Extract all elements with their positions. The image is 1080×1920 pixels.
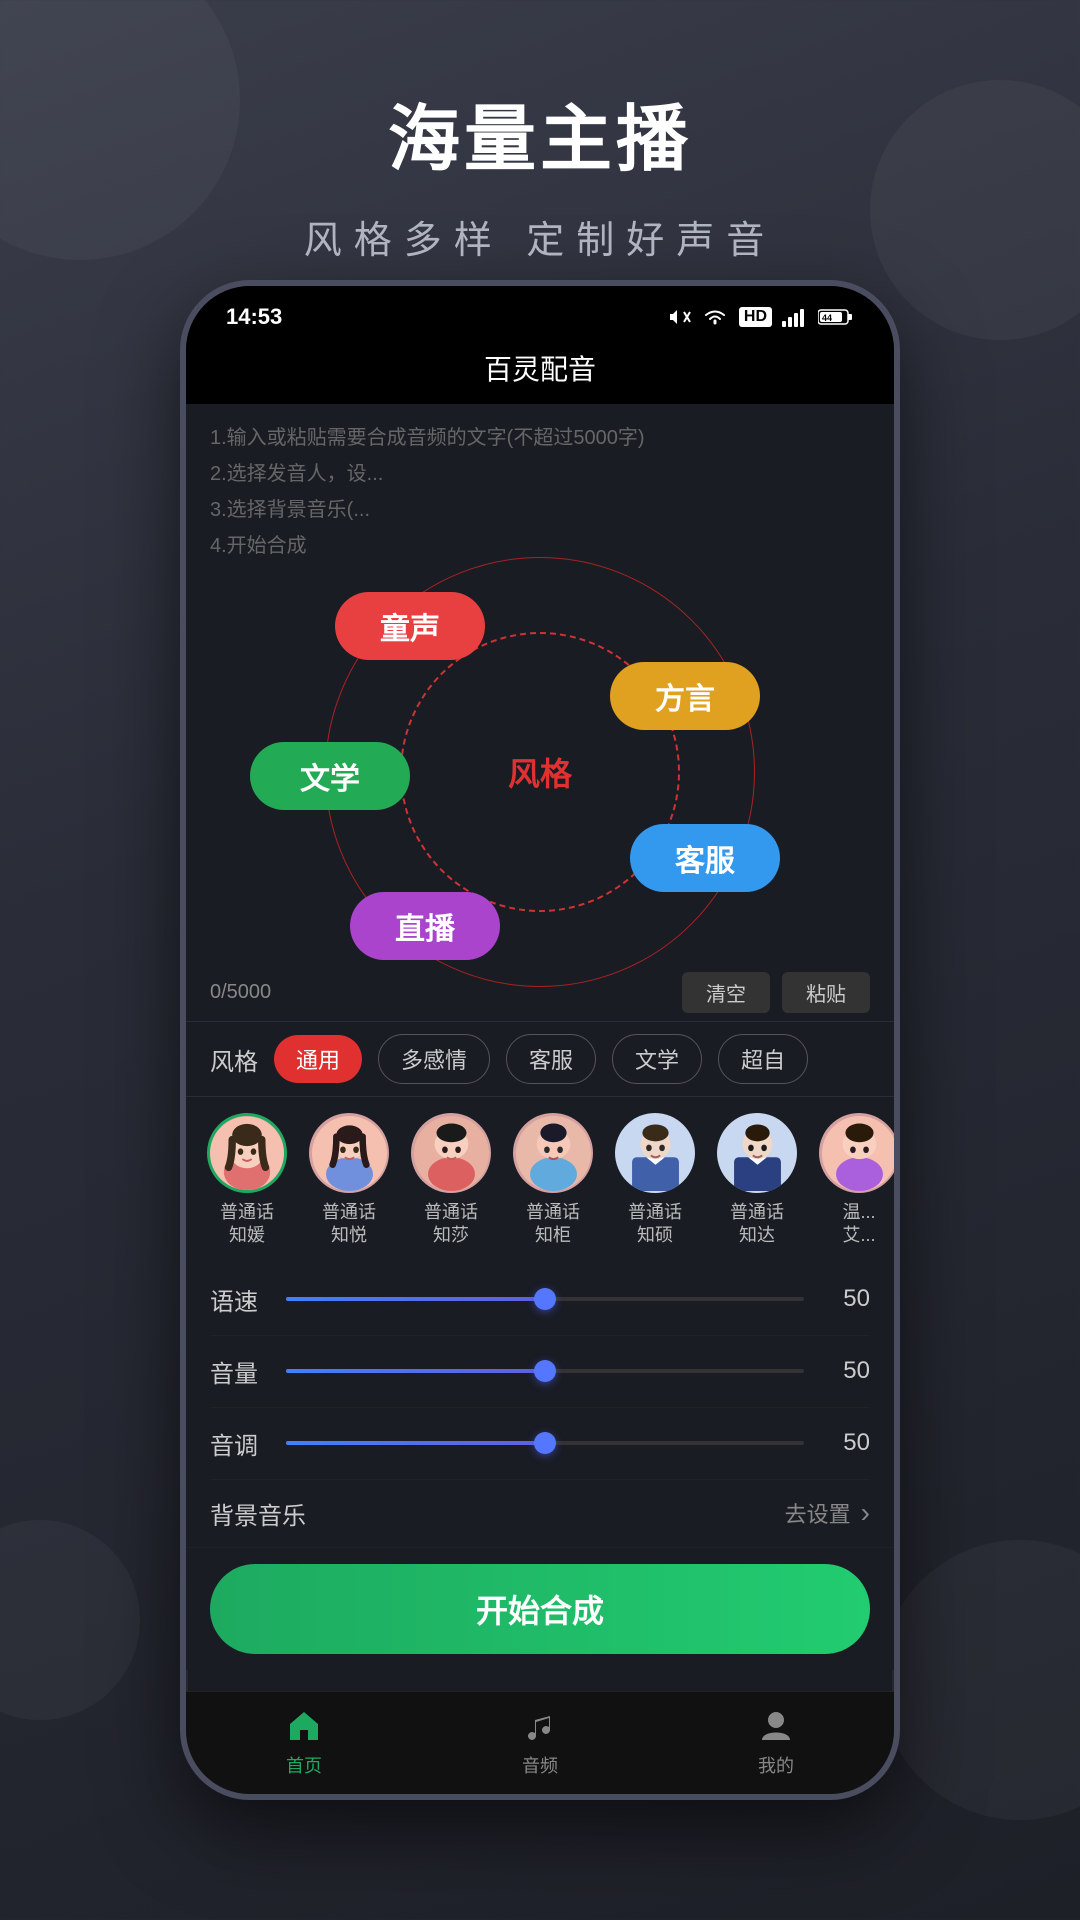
bg-music-right: 去设置 › bbox=[785, 1497, 870, 1529]
nav-profile[interactable]: 我的 bbox=[754, 1704, 798, 1778]
filter-general[interactable]: 通用 bbox=[274, 1035, 362, 1083]
volume-track[interactable] bbox=[286, 1369, 804, 1373]
style-wheel: 风格 童声 方言 文学 客服 直播 bbox=[186, 572, 894, 972]
tag-customer-service[interactable]: 客服 bbox=[630, 824, 780, 892]
speed-track[interactable] bbox=[286, 1297, 804, 1301]
tag-literature[interactable]: 文学 bbox=[250, 742, 410, 810]
instruction-line-3: 3.选择背景音乐(... bbox=[210, 492, 870, 528]
voice-item-1[interactable]: 普通话知媛 bbox=[202, 1113, 292, 1248]
nav-profile-label: 我的 bbox=[758, 1752, 794, 1778]
volume-slider-row: 音量 50 bbox=[210, 1336, 870, 1408]
voice-name-5: 普通话知硕 bbox=[628, 1201, 682, 1248]
voice-item-4[interactable]: 普通话知柜 bbox=[508, 1113, 598, 1248]
nav-music-label: 音频 bbox=[522, 1752, 558, 1778]
voice-item-5[interactable]: 普通话知硕 bbox=[610, 1113, 700, 1248]
wheel-center-label: 风格 bbox=[508, 749, 572, 795]
filter-customer-svc[interactable]: 客服 bbox=[506, 1034, 596, 1084]
mute-icon bbox=[667, 307, 691, 327]
clear-button[interactable]: 清空 bbox=[682, 972, 770, 1013]
volume-label: 音量 bbox=[210, 1354, 270, 1389]
filter-emotional[interactable]: 多感情 bbox=[378, 1034, 490, 1084]
voice-avatar-2 bbox=[312, 1116, 387, 1191]
pitch-label: 音调 bbox=[210, 1426, 270, 1461]
paste-button[interactable]: 粘贴 bbox=[782, 972, 870, 1013]
svg-text:44: 44 bbox=[822, 313, 832, 323]
hd-badge: HD bbox=[739, 307, 772, 327]
speed-label: 语速 bbox=[210, 1282, 270, 1317]
instructions-area[interactable]: 1.输入或粘贴需要合成音频的文字(不超过5000字) 2.选择发音人，设... … bbox=[186, 404, 894, 572]
tag-live[interactable]: 直播 bbox=[350, 892, 500, 960]
voice-avatar-4 bbox=[516, 1116, 591, 1191]
pitch-value: 50 bbox=[820, 1429, 870, 1457]
home-icon bbox=[282, 1704, 326, 1748]
filter-literary[interactable]: 文学 bbox=[612, 1034, 702, 1084]
bg-music-row[interactable]: 背景音乐 去设置 › bbox=[186, 1480, 894, 1548]
chevron-right-icon: › bbox=[861, 1497, 870, 1529]
speed-slider-row: 语速 50 bbox=[210, 1264, 870, 1336]
status-icons: HD 44 bbox=[667, 307, 854, 327]
volume-value: 50 bbox=[820, 1357, 870, 1385]
status-time: 14:53 bbox=[226, 304, 282, 330]
signal-icon bbox=[782, 307, 808, 327]
voice-name-3: 普通话知莎 bbox=[424, 1201, 478, 1248]
music-icon bbox=[518, 1704, 562, 1748]
tag-child-voice[interactable]: 童声 bbox=[335, 592, 485, 660]
filter-super[interactable]: 超自 bbox=[718, 1034, 808, 1084]
page-sub-title: 风格多样 定制好声音 bbox=[0, 209, 1080, 264]
bg-music-label: 背景音乐 bbox=[210, 1496, 306, 1531]
voice-name-4: 普通话知柜 bbox=[526, 1201, 580, 1248]
voice-avatar-6 bbox=[720, 1116, 795, 1191]
tag-dialect[interactable]: 方言 bbox=[610, 662, 760, 730]
instruction-line-2: 2.选择发音人，设... bbox=[210, 456, 870, 492]
filter-row-label: 风格 bbox=[210, 1042, 258, 1077]
voice-name-6: 普通话知达 bbox=[730, 1201, 784, 1248]
battery-icon: 44 bbox=[818, 308, 854, 326]
status-bar: 14:53 HD bbox=[186, 286, 894, 338]
voice-name-2: 普通话知悦 bbox=[322, 1201, 376, 1248]
style-filter-row: 风格 通用 多感情 客服 文学 超自 bbox=[186, 1021, 894, 1097]
phone-mockup: 14:53 HD bbox=[180, 280, 900, 1840]
instruction-line-1: 1.输入或粘贴需要合成音频的文字(不超过5000字) bbox=[210, 420, 870, 456]
voice-avatar-5 bbox=[618, 1116, 693, 1191]
voice-avatar-7 bbox=[822, 1116, 895, 1191]
app-title: 百灵配音 bbox=[484, 354, 596, 385]
voice-item-2[interactable]: 普通话知悦 bbox=[304, 1113, 394, 1248]
app-content: 1.输入或粘贴需要合成音频的文字(不超过5000字) 2.选择发音人，设... … bbox=[186, 404, 894, 1670]
nav-music[interactable]: 音频 bbox=[518, 1704, 562, 1778]
bottom-nav: 首页 音频 我的 bbox=[186, 1691, 894, 1794]
start-synthesis-button[interactable]: 开始合成 bbox=[210, 1564, 870, 1654]
profile-icon bbox=[754, 1704, 798, 1748]
voice-avatar-1 bbox=[210, 1116, 284, 1191]
voice-name-1: 普通话知媛 bbox=[220, 1201, 274, 1248]
wifi-icon bbox=[701, 307, 729, 327]
voice-item-7[interactable]: 温...艾... bbox=[814, 1113, 894, 1248]
speed-value: 50 bbox=[820, 1285, 870, 1313]
voice-item-3[interactable]: 普通话知莎 bbox=[406, 1113, 496, 1248]
voice-avatar-3 bbox=[414, 1116, 489, 1191]
nav-home[interactable]: 首页 bbox=[282, 1704, 326, 1778]
bg-music-settings-text: 去设置 bbox=[785, 1497, 851, 1529]
voices-row: 普通话知媛 bbox=[186, 1097, 894, 1264]
app-header: 百灵配音 bbox=[186, 338, 894, 404]
nav-home-label: 首页 bbox=[286, 1752, 322, 1778]
page-main-title: 海量主播 bbox=[0, 80, 1080, 185]
voice-item-6[interactable]: 普通话知达 bbox=[712, 1113, 802, 1248]
pitch-track[interactable] bbox=[286, 1441, 804, 1445]
sliders-section: 语速 50 音量 50 bbox=[186, 1264, 894, 1480]
char-counter: 0/5000 bbox=[210, 981, 271, 1004]
voice-name-7: 温...艾... bbox=[842, 1201, 875, 1248]
pitch-slider-row: 音调 50 bbox=[210, 1408, 870, 1480]
